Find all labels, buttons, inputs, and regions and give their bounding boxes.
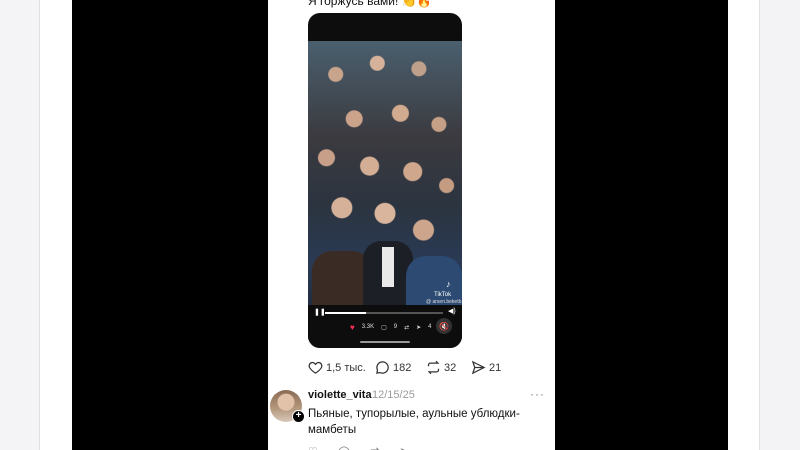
mute-icon: 🔇 [439, 321, 449, 331]
video-controls: ❚❚ ◀) ♥ 3.3K ▢ 9 ⇄ ➤ 4 🔇 [308, 305, 462, 348]
tiktok-watermark: TikTok [434, 292, 452, 298]
share-button[interactable]: 21 [471, 360, 501, 375]
likes-count: 1,5 тыс. [326, 361, 366, 374]
pause-icon[interactable]: ❚❚ [314, 308, 326, 316]
comment-username[interactable]: violette_vita [308, 389, 372, 401]
post-actions: 1,5 тыс. 182 32 21 [308, 360, 543, 378]
left-panel [0, 0, 40, 450]
heart-icon: ♥ [350, 322, 355, 332]
video-inner-stats: ♥ 3.3K ▢ 9 ⇄ ➤ 4 [350, 322, 432, 332]
comments-count: 182 [393, 361, 412, 374]
comment-icon[interactable]: ◯ [338, 445, 350, 450]
mute-button[interactable]: 🔇 [436, 318, 452, 334]
comment-icon [376, 361, 389, 374]
video-progress-fill [325, 312, 367, 314]
repost-icon[interactable]: ⇄ [370, 445, 379, 450]
follow-plus-icon[interactable]: + [292, 410, 305, 423]
comment-button[interactable]: 182 [375, 360, 411, 375]
like-button[interactable]: 1,5 тыс. [308, 360, 366, 375]
post-feed: Я горжусь вами! 👏🔥 ♪ TikTok @ arsen.beke… [268, 0, 555, 450]
share-icon [471, 360, 486, 375]
share-icon: ➤ [416, 324, 422, 331]
inner-comments-count: 9 [393, 324, 398, 330]
comment-icon: ▢ [381, 324, 387, 331]
share-icon[interactable]: ➤ [399, 445, 408, 450]
more-options-icon[interactable]: ··· [530, 387, 545, 401]
inner-shares-count: 4 [428, 324, 432, 330]
repost-icon [427, 360, 440, 375]
shares-count: 21 [489, 361, 502, 374]
video-progress-bar[interactable] [325, 312, 443, 314]
tiktok-logo-icon: ♪ [446, 279, 451, 289]
post-caption: Я горжусь вами! 👏🔥 [308, 0, 432, 8]
comment-actions: ♡ ◯ ⇄ ➤ [308, 445, 409, 450]
heart-icon[interactable]: ♡ [308, 445, 318, 450]
comment-item: + violette_vita 12/15/25 ··· Пьяные, туп… [268, 387, 555, 450]
comment-date: 12/15/25 [372, 389, 415, 401]
repost-icon: ⇄ [404, 324, 410, 331]
volume-icon[interactable]: ◀) [448, 307, 456, 315]
video-player[interactable]: ♪ TikTok @ arsen.beketb ❚❚ ◀) ♥ 3.3K ▢ 9… [308, 13, 462, 348]
inner-likes-count: 3.3K [361, 324, 375, 330]
heart-icon [308, 361, 323, 374]
reposts-count: 32 [444, 361, 457, 374]
repost-button[interactable]: 32 [426, 360, 456, 375]
video-frame: ♪ TikTok @ arsen.beketb [308, 41, 462, 347]
home-indicator [360, 341, 410, 343]
comment-text: Пьяные, тупорылые, аульные ублюдки-мамбе… [308, 408, 520, 436]
